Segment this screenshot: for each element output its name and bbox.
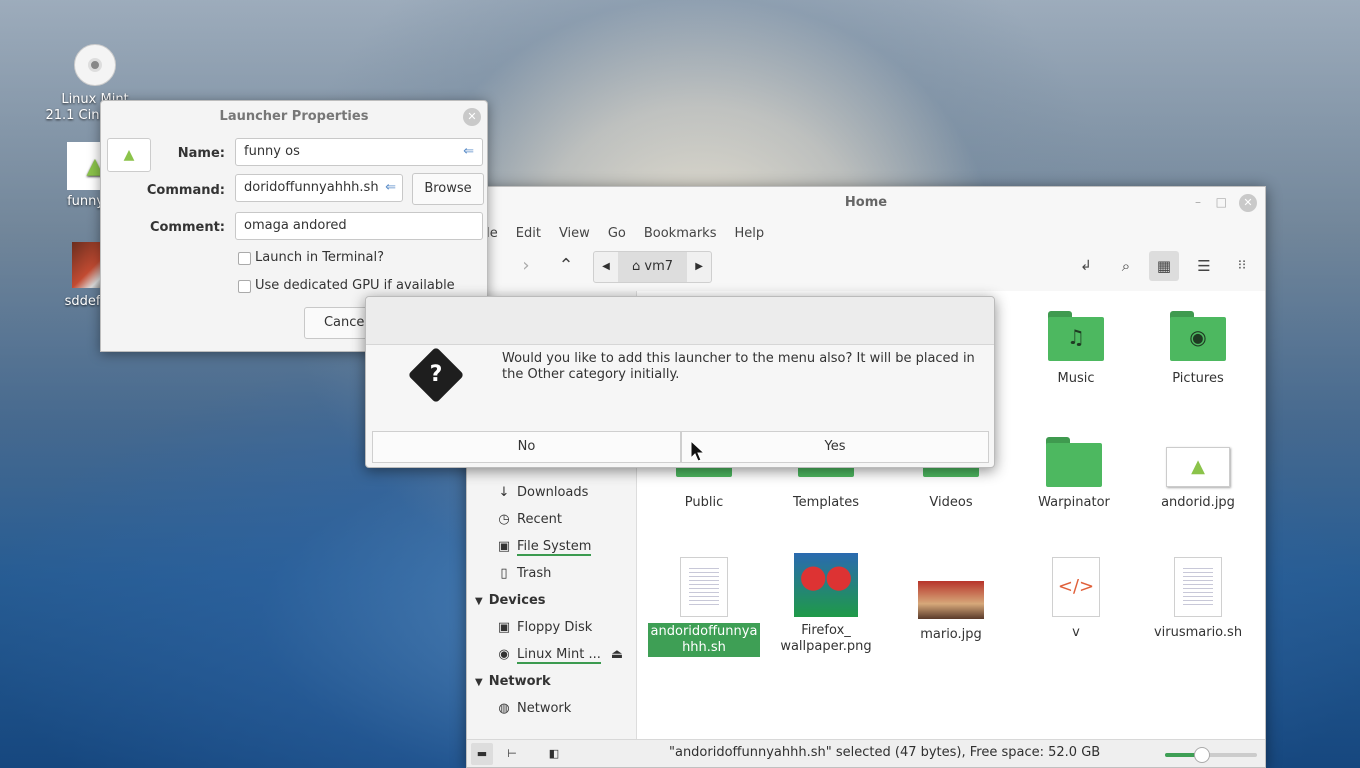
forward-icon[interactable]: › — [511, 251, 541, 281]
file-pictures[interactable]: ◉ Pictures — [1140, 311, 1256, 386]
android-icon: ▲ — [1166, 447, 1230, 487]
dedicated-gpu-label: Use dedicated GPU if available — [255, 278, 455, 293]
close-icon[interactable]: ✕ — [1239, 194, 1257, 212]
launch-terminal-checkbox[interactable] — [238, 252, 251, 265]
pictures-folder-icon: ◉ — [1170, 311, 1226, 361]
tree-toggle-icon[interactable]: ⊢ — [501, 743, 523, 765]
name-field[interactable]: funny os ⇐ — [235, 138, 483, 166]
disc-icon: ◉ — [498, 647, 510, 662]
sidebar-header-devices[interactable]: ▼ Devices — [475, 590, 546, 612]
script-file-icon — [680, 557, 728, 617]
command-label: Command: — [146, 183, 225, 198]
launch-terminal-label: Launch in Terminal? — [255, 250, 385, 265]
download-icon: ↓ — [498, 485, 510, 500]
status-bar: ▬ ⊢ ◧ "andoridoffunnyahhh.sh" selected (… — [467, 739, 1265, 767]
up-icon[interactable]: ⌃ — [551, 251, 581, 281]
sidebar-item-network[interactable]: ◍ Network — [495, 698, 571, 720]
chevron-down-icon: ▼ — [475, 677, 483, 688]
breadcrumb-left-icon[interactable]: ◀ — [594, 252, 618, 282]
icon-view-icon[interactable]: ▦ — [1149, 251, 1179, 281]
toggle-location-icon[interactable]: ↲ — [1071, 251, 1101, 281]
sidebar-item-linux-mint[interactable]: ◉ Linux Mint ... ⏏ — [495, 644, 623, 666]
file-andorid-jpg[interactable]: ▲ andorid.jpg — [1140, 437, 1256, 510]
breadcrumb-right-icon[interactable]: ▶ — [687, 252, 711, 282]
file-music[interactable]: ♫ Music — [1018, 311, 1134, 386]
menu-bar: File Edit View Go Bookmarks Help — [467, 223, 773, 245]
file-virusmario-sh[interactable]: virusmario.sh — [1140, 557, 1256, 640]
question-mark: ? — [429, 362, 443, 387]
zoom-slider[interactable] — [1165, 747, 1257, 763]
menu-edit[interactable]: Edit — [507, 223, 550, 245]
comment-label: Comment: — [149, 220, 225, 235]
close-icon[interactable]: ✕ — [463, 108, 481, 126]
add-to-menu-dialog: ? Would you like to add this launcher to… — [365, 296, 995, 468]
breadcrumb: ◀ ⌂ vm7 ▶ — [593, 251, 713, 283]
sidebar-item-floppy[interactable]: ▣ Floppy Disk — [495, 617, 592, 639]
home-icon: ⌂ — [632, 259, 641, 274]
launcher-icon-button[interactable]: ▲ — [107, 138, 151, 172]
sidebar-item-trash[interactable]: ▯ Trash — [495, 563, 551, 585]
compact-view-icon[interactable]: ⁝⁝ — [1227, 251, 1257, 281]
no-button[interactable]: No — [372, 431, 681, 463]
maximize-icon[interactable]: □ — [1216, 195, 1227, 209]
command-field[interactable]: doridoffunnyahhh.sh ⇐ — [235, 174, 403, 202]
drive-icon: ▣ — [497, 539, 511, 554]
menu-go[interactable]: Go — [599, 223, 635, 245]
android-icon: ▲ — [123, 147, 135, 163]
menu-help[interactable]: Help — [725, 223, 773, 245]
window-title: Home — [844, 195, 888, 210]
floppy-icon: ▣ — [497, 620, 511, 635]
warpinator-folder-icon — [1046, 437, 1102, 487]
menu-bookmarks[interactable]: Bookmarks — [635, 223, 726, 245]
music-folder-icon: ♫ — [1048, 311, 1104, 361]
sidebar-header-network[interactable]: ▼ Network — [475, 671, 551, 693]
image-icon — [918, 581, 984, 619]
script-file-icon — [1174, 557, 1222, 617]
list-view-icon[interactable]: ☰ — [1189, 251, 1219, 281]
sidebar-item-downloads[interactable]: ↓ Downloads — [495, 482, 589, 504]
browse-button[interactable]: Browse — [412, 173, 484, 205]
code-file-icon: </> — [1052, 557, 1100, 617]
window-title: Launcher Properties — [219, 109, 369, 124]
file-v[interactable]: </> v — [1018, 557, 1134, 640]
dedicated-gpu-checkbox[interactable] — [238, 280, 251, 293]
zoom-knob[interactable] — [1193, 747, 1210, 763]
eject-icon[interactable]: ⏏ — [611, 647, 623, 662]
breadcrumb-home[interactable]: ⌂ vm7 — [618, 252, 688, 282]
file-warpinator[interactable]: Warpinator — [1016, 437, 1132, 510]
chevron-down-icon: ▼ — [475, 596, 483, 607]
clear-icon[interactable]: ⇐ — [463, 139, 474, 165]
minimize-icon[interactable]: – — [1195, 195, 1201, 209]
status-text: "andoridoffunnyahhh.sh" selected (47 byt… — [669, 745, 1101, 760]
search-icon[interactable]: ⌕ — [1111, 251, 1141, 281]
name-label: Name: — [177, 146, 225, 161]
file-andoridoffunnyahhh-sh[interactable]: andoridoffunnyahhh.sh — [646, 557, 762, 657]
dialog-message: Would you like to add this launcher to t… — [502, 351, 975, 382]
clock-icon: ◷ — [498, 512, 510, 527]
globe-icon: ◍ — [498, 701, 510, 716]
file-mario-jpg[interactable]: mario.jpg — [893, 557, 1009, 642]
sidebar-item-recent[interactable]: ◷ Recent — [495, 509, 562, 531]
places-toggle-icon[interactable]: ▬ — [471, 743, 493, 765]
image-icon — [794, 553, 858, 617]
trash-icon: ▯ — [500, 566, 508, 581]
file-firefox-wallpaper[interactable]: Firefox_ wallpaper.png — [768, 553, 884, 655]
file-manager-window: Home – □ ✕ File Edit View Go Bookmarks H… — [466, 186, 1266, 768]
yes-button[interactable]: Yes — [681, 431, 989, 463]
disc-icon — [74, 44, 116, 86]
hide-sidebar-icon[interactable]: ◧ — [543, 743, 565, 765]
dialog-header — [366, 297, 994, 345]
sidebar-item-file-system[interactable]: ▣ File System — [495, 536, 592, 558]
menu-view[interactable]: View — [550, 223, 599, 245]
clear-icon[interactable]: ⇐ — [385, 175, 396, 201]
comment-field[interactable]: omaga andored — [235, 212, 483, 240]
